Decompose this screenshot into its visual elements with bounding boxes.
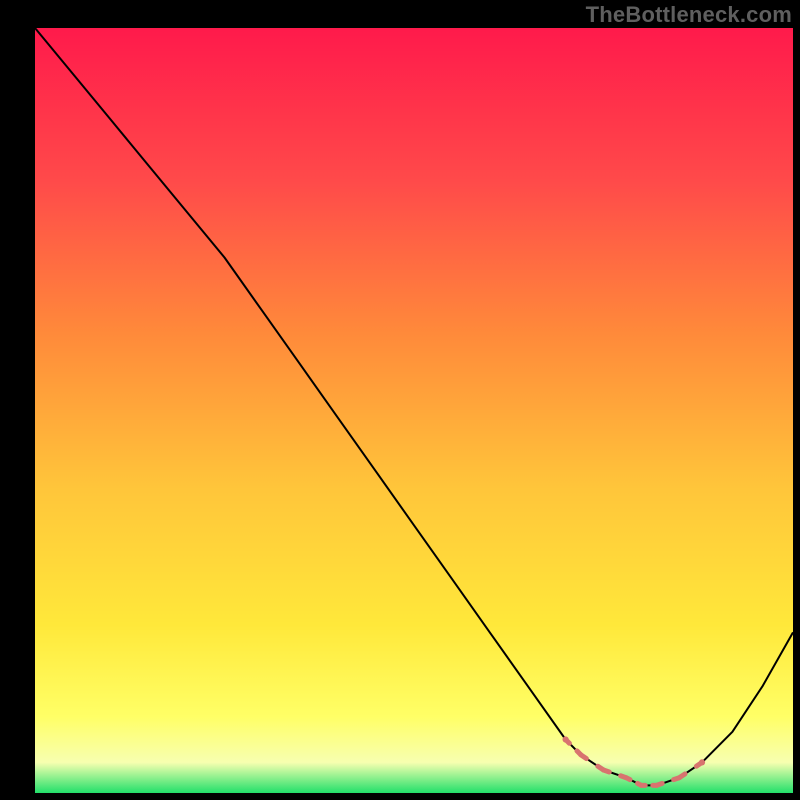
optimal-marker-segment xyxy=(581,755,587,759)
gradient-background xyxy=(35,28,793,793)
optimal-marker-segment xyxy=(657,783,663,785)
optimal-marker-segment xyxy=(679,774,685,778)
optimal-marker-endpoint xyxy=(563,736,569,742)
optimal-marker-segment xyxy=(604,770,610,772)
watermark-text: TheBottleneck.com xyxy=(586,2,792,28)
plot-area xyxy=(0,0,800,800)
optimal-marker-endpoint xyxy=(699,759,705,765)
optimal-marker-segment xyxy=(626,778,630,780)
chart-frame: TheBottleneck.com xyxy=(0,0,800,800)
chart-svg xyxy=(0,0,800,800)
